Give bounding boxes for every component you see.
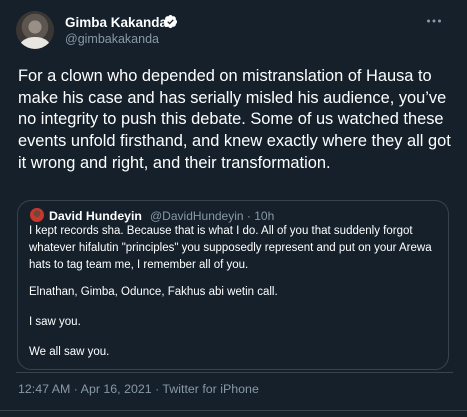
more-horizontal-icon[interactable] xyxy=(426,14,442,28)
tweet-text: For a clown who depended on mistranslati… xyxy=(18,67,451,172)
author-avatar[interactable] xyxy=(16,11,54,49)
divider xyxy=(16,372,453,373)
tweet-meta: 12:47 AM · Apr 16, 2021 · Twitter for iP… xyxy=(18,382,259,396)
tweet-timestamp-link[interactable]: 12:47 AM · Apr 16, 2021 · xyxy=(18,382,162,396)
tweet[interactable]: Gimba Kakanda @gimbakakanda For a clown … xyxy=(0,0,467,417)
quoted-text-line: hats to tag team me, I remember all of y… xyxy=(29,259,249,271)
quoted-author-handle-time: @DavidHundeyin · 10h xyxy=(150,209,275,223)
author-handle[interactable]: @gimbakakanda xyxy=(65,32,159,46)
tweet-source-link[interactable]: Twitter for iPhone xyxy=(162,382,258,396)
author-display-name[interactable]: Gimba Kakanda xyxy=(65,15,167,30)
quoted-text-line: I saw you. xyxy=(29,316,81,328)
avatar-figure xyxy=(20,37,50,49)
divider xyxy=(0,410,467,411)
quoted-author-avatar xyxy=(30,208,44,222)
quoted-text-line: We all saw you. xyxy=(29,346,110,358)
quoted-tweet[interactable]: David Hundeyin @DavidHundeyin · 10h I ke… xyxy=(17,200,449,370)
quoted-author-name: David Hundeyin xyxy=(49,209,142,223)
verified-badge-icon xyxy=(163,14,178,29)
quoted-text-line: whatever hifalutin "principles" you supp… xyxy=(29,242,432,254)
quoted-text-line: Elnathan, Gimba, Odunce, Fakhus abi weti… xyxy=(29,286,278,298)
quoted-text-line: I kept records sha. Because that is what… xyxy=(29,225,413,237)
